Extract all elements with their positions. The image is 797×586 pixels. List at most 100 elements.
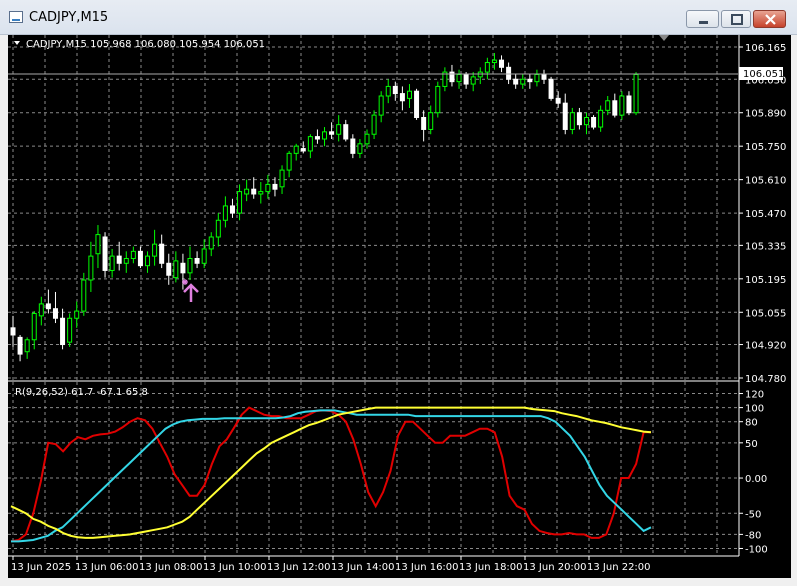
restore-icon [731,14,743,25]
candle-bull [187,258,193,274]
candle-bull [67,317,73,343]
candle-bull [428,112,434,130]
candle-bull [201,248,207,264]
candle-bull [222,205,228,221]
chart-area[interactable]: 106.165 106.030 105.890 105.750 105.610 105.4… [8,35,791,578]
candle-bull [633,73,639,114]
indicator-tick-label: 120 [745,390,764,401]
time-tick-label: 13 Jun 22:00 [587,562,651,573]
candle-bull [484,62,490,73]
price-tick-label: 105.335 [745,241,786,252]
candle-bull [322,131,328,140]
price-tick-label: 105.195 [745,275,786,286]
time-tick-label: 13 Jun 12:00 [267,562,331,573]
candle-bull [598,109,604,128]
indicator-lines [10,406,652,543]
chart-shift-marker-icon[interactable] [659,35,669,41]
candle-bear [229,205,235,214]
indicator-tick-label: -100 [745,544,768,555]
candle-bear [159,243,165,264]
candle-bull [258,191,264,195]
minimize-button[interactable] [686,10,719,28]
candle-bull [265,183,271,193]
candle-bear [548,78,554,99]
candle-bull [470,76,476,85]
indicator-header: R(9,26,52) 61.7 -67.1 65.8 [15,387,148,398]
candle-bull [385,85,391,97]
candle-bear [314,136,320,140]
candle-bull [237,191,243,214]
symbol-menu-triangle-icon[interactable] [14,41,20,45]
candle-bull [293,145,299,154]
candle-bear [17,336,23,355]
candle-bull [38,303,44,317]
candle-bull [569,112,575,130]
candle-bear [541,73,547,80]
indicator-tick-label: 80 [745,418,758,429]
maximize-button[interactable] [721,10,751,28]
candle-bear [499,59,505,68]
candle-bear [392,85,398,95]
candle-bull [307,136,313,152]
candle-bear [421,117,427,130]
candle-bull [279,169,285,188]
candle-bull [95,234,101,255]
price-tick-label: 105.890 [745,109,786,120]
candle-bear [350,138,356,154]
candle-bull [81,279,87,312]
symbol-header: CADJPY,M15 105.968 106.080 105.954 106.0… [26,39,265,50]
candle-bear [10,327,16,336]
candle-bull [491,59,497,64]
indicator-axis: 120 100 80 50 0.00 -50 -80 -100 [739,390,768,555]
candle-bull [357,143,363,154]
close-button[interactable] [753,10,786,28]
candle-bear [166,262,172,276]
candle-bear [194,258,200,264]
candle-bull [534,73,540,83]
candle-bear [562,102,568,130]
candle-bull [130,250,136,260]
candle-bear [612,100,618,116]
candle-bull [74,310,80,319]
indicator-series-line [11,409,652,543]
candle-bear [52,308,58,319]
time-tick-label: 13 Jun 08:00 [139,562,203,573]
candle-bear [591,117,597,128]
chart-window-icon [9,11,23,23]
candle-bear [300,148,306,152]
candle-bull [371,114,377,135]
price-tick-label: 105.610 [745,176,786,187]
candle-bear [463,73,469,85]
candles [10,52,639,362]
current-price-label: 106.051 [743,69,784,80]
main-grid [8,35,739,380]
candle-bear [137,250,143,267]
candle-bear [399,93,405,102]
window-title: CADJPY,M15 [29,10,109,25]
time-tick-label: 13 Jun 10:00 [203,562,267,573]
time-tick-label: 13 Jun 06:00 [75,562,139,573]
chart-canvas[interactable]: 106.165106.030105.890105.750105.610105.4… [8,35,791,578]
candle-bull [215,219,221,238]
window-titlebar: CADJPY,M15 [0,0,797,35]
indicator-series-line [10,406,651,543]
candle-bull [520,78,526,85]
candle-bear [45,303,51,310]
indicator-tick-label: -50 [745,509,761,520]
candle-bull [336,124,342,135]
indicator-series-line [10,406,652,539]
candle-bull [173,260,179,279]
time-tick-label: 13 Jun 14:00 [331,562,395,573]
candle-bear [527,78,533,83]
candle-bull [364,133,370,145]
time-axis: 13 Jun 2025 13 Jun 06:00 13 Jun 08:00 13 Ju… [11,556,651,573]
price-tick-label: 104.780 [745,374,786,385]
candle-bear [626,95,632,114]
buy-arrow-icon [183,283,199,303]
candle-bear [414,90,420,119]
candle-bear [329,131,335,135]
candle-bull [88,255,94,281]
candle-bull [378,95,384,116]
candle-bull [244,188,250,195]
time-tick-label: 13 Jun 20:00 [523,562,587,573]
